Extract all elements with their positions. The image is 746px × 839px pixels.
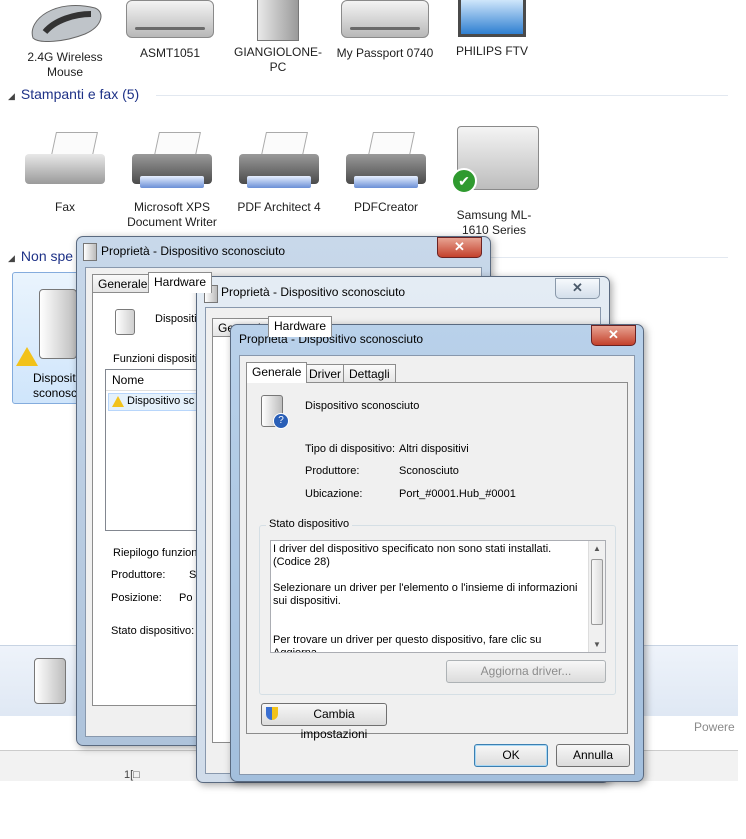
unknown-device-item[interactable]: Disposit sconosc — [12, 272, 84, 404]
producer-value: Sconosciuto — [399, 465, 459, 477]
device-name: Dispositivo sconosciuto — [305, 400, 420, 412]
warning-icon — [112, 396, 124, 407]
device-wireless-mouse[interactable]: 2.4G Wireless Mouse — [15, 0, 115, 80]
group-printers-header[interactable]: ◢ Stampanti e fax (5) — [8, 86, 728, 102]
default-check-icon: ✔ — [451, 168, 477, 194]
status-glyph: 1[□ — [124, 769, 140, 781]
tab-generale[interactable]: Generale — [92, 274, 154, 293]
mouse-icon — [31, 5, 102, 42]
computer-icon — [257, 0, 299, 41]
printer-pdfcreator[interactable]: PDFCreator — [336, 132, 436, 215]
change-settings-button[interactable]: Cambia impostazioni — [261, 703, 387, 741]
device-asmt1051[interactable]: ASMT1051 — [120, 0, 220, 61]
device-label: Samsung ML-1610 Series — [456, 208, 532, 237]
fax-icon — [19, 132, 111, 190]
producer-label: Produttore: — [111, 569, 166, 581]
window-title: Proprietà - Dispositivo sconosciuto — [221, 285, 406, 299]
location-label: Ubicazione: — [305, 488, 363, 500]
device-icon — [115, 309, 135, 335]
window-device-icon — [83, 243, 97, 261]
device-label: PHILIPS FTV — [455, 44, 529, 58]
status-label: Stato dispositivo: — [111, 625, 195, 637]
printer-xps[interactable]: Microsoft XPS Document Writer — [122, 132, 222, 230]
properties-window-front[interactable]: Proprietà - Dispositivo sconosciuto ✕ Ge… — [230, 324, 644, 782]
device-name: Dispositi — [155, 313, 197, 325]
producer-label: Produttore: — [305, 465, 360, 477]
scrollbar-thumb[interactable] — [591, 559, 603, 625]
printer-pdf-architect[interactable]: PDF Architect 4 — [229, 132, 329, 215]
location-value: Port_#0001.Hub_#0001 — [399, 488, 516, 500]
list-item-label: Dispositivo sc — [127, 395, 195, 407]
device-label: PDF Architect 4 — [237, 200, 321, 214]
collapse-triangle-icon[interactable]: ◢ — [8, 91, 15, 101]
group-title: Non spe — [20, 248, 74, 264]
scroll-down-icon[interactable]: ▼ — [589, 640, 605, 649]
tab-hardware[interactable]: Hardware — [268, 316, 333, 337]
close-icon: ✕ — [454, 239, 465, 254]
status-group-title: Stato dispositivo — [266, 518, 353, 530]
default-printer-icon: ✔ — [451, 124, 539, 194]
ok-button[interactable]: OK — [474, 744, 548, 767]
functions-label: Funzioni dispositi — [113, 353, 198, 365]
close-button[interactable]: ✕ — [437, 237, 482, 258]
uac-shield-icon — [266, 707, 278, 720]
cancel-button[interactable]: Annulla — [556, 744, 630, 767]
type-value: Altri dispositivi — [399, 443, 469, 455]
printer-samsung[interactable]: ✔ Samsung ML-1610 Series — [444, 124, 544, 238]
device-label: My Passport 0740 — [336, 46, 434, 60]
device-label: Microsoft XPS Document Writer — [127, 200, 217, 229]
status-text: I driver del dispositivo specificato non… — [273, 543, 578, 653]
change-settings-label: Cambia impostazioni — [300, 707, 368, 741]
status-group: Stato dispositivo I driver del dispositi… — [259, 518, 616, 695]
printer-fax[interactable]: Fax — [15, 132, 115, 215]
device-my-passport[interactable]: My Passport 0740 — [335, 0, 435, 61]
tab-generale[interactable]: Generale — [246, 362, 308, 383]
type-label: Tipo di dispositivo: — [305, 443, 396, 455]
close-icon: ✕ — [608, 327, 619, 342]
scrollbar[interactable]: ▲ ▼ — [588, 541, 605, 652]
scroll-up-icon[interactable]: ▲ — [589, 544, 605, 553]
update-driver-button[interactable]: Aggiorna driver... — [446, 660, 606, 683]
tab-driver[interactable]: Driver — [303, 364, 347, 383]
close-button[interactable]: ✕ — [591, 325, 636, 346]
device-tower-icon — [34, 658, 66, 704]
window-title: Proprietà - Dispositivo sconosciuto — [101, 244, 286, 258]
monitor-icon — [458, 0, 526, 37]
device-tower-icon — [39, 289, 77, 359]
device-label: 2.4G Wireless Mouse — [27, 50, 103, 79]
position-label: Posizione: — [111, 592, 162, 604]
printer-icon — [126, 132, 218, 190]
summary-label: Riepilogo funzion — [113, 547, 198, 559]
close-button[interactable]: ✕ — [555, 278, 600, 299]
printer-icon — [233, 132, 325, 190]
group-title: Stampanti e fax (5) — [20, 86, 140, 102]
tab-panel: ? Dispositivo sconosciuto Tipo di dispos… — [246, 382, 628, 741]
group-divider — [488, 257, 728, 258]
device-label: ASMT1051 — [139, 46, 201, 60]
help-badge-icon: ? — [273, 413, 289, 429]
device-label: GIANGIOLONE-PC — [233, 45, 322, 74]
close-icon: ✕ — [572, 280, 583, 295]
tab-hardware[interactable]: Hardware — [148, 272, 213, 293]
device-label: Disposit sconosc — [33, 371, 78, 400]
device-giangiolone-pc[interactable]: GIANGIOLONE-PC — [228, 0, 328, 75]
warning-icon — [16, 347, 38, 366]
drive-icon — [341, 0, 429, 38]
device-label: PDFCreator — [353, 200, 418, 214]
tab-dettagli[interactable]: Dettagli — [343, 364, 396, 383]
group-divider — [156, 95, 728, 96]
position-value: Po — [179, 592, 193, 604]
printer-icon — [340, 132, 432, 190]
device-label: Fax — [54, 200, 75, 214]
device-philips-ftv[interactable]: PHILIPS FTV — [442, 0, 542, 59]
right-edge-text: Powere — [694, 720, 735, 734]
drive-icon — [126, 0, 214, 38]
window-body: Generale Driver Dettagli ? Dispositivo s… — [239, 355, 635, 775]
status-textbox[interactable]: I driver del dispositivo specificato non… — [270, 540, 606, 653]
collapse-triangle-icon[interactable]: ◢ — [8, 253, 15, 263]
